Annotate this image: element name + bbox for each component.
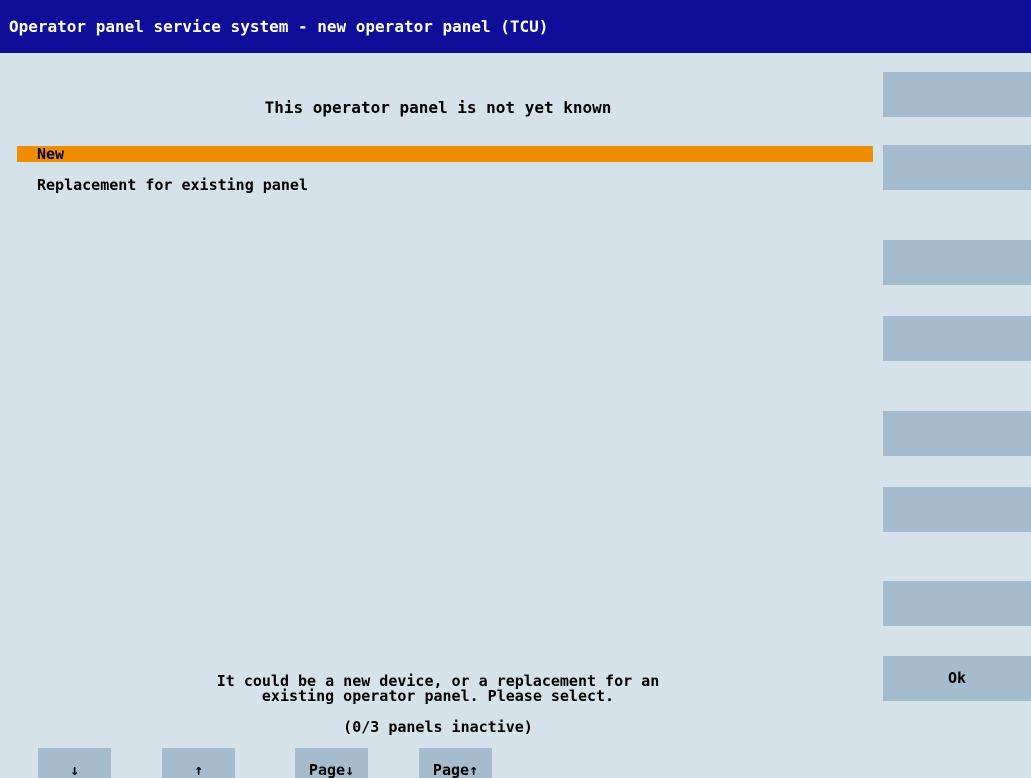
page-down-button[interactable]: Page↓: [295, 748, 368, 778]
softkey-v3[interactable]: [883, 240, 1031, 285]
instruction-message: It could be a new device, or a replaceme…: [0, 674, 876, 704]
main-panel: This operator panel is not yet known New…: [0, 53, 876, 778]
window-title: Operator panel service system - new oper…: [0, 0, 1031, 53]
ok-button[interactable]: Ok: [883, 656, 1031, 701]
page-up-button[interactable]: Page↑: [419, 748, 492, 778]
scroll-up-button[interactable]: ↑: [162, 748, 235, 778]
softkey-v5[interactable]: [883, 411, 1031, 456]
panel-heading: This operator panel is not yet known: [264, 98, 612, 117]
softkey-v2[interactable]: [883, 145, 1031, 190]
scroll-down-button[interactable]: ↓: [38, 748, 111, 778]
instruction-line-2: existing operator panel. Please select.: [261, 687, 615, 705]
panels-status: (0/3 panels inactive): [343, 718, 533, 736]
option-replacement[interactable]: Replacement for existing panel: [17, 177, 873, 193]
softkey-v7[interactable]: [883, 581, 1031, 626]
option-new[interactable]: New: [17, 146, 873, 162]
softkey-v4[interactable]: [883, 316, 1031, 361]
softkey-v6[interactable]: [883, 487, 1031, 532]
softkey-v1[interactable]: [883, 72, 1031, 117]
